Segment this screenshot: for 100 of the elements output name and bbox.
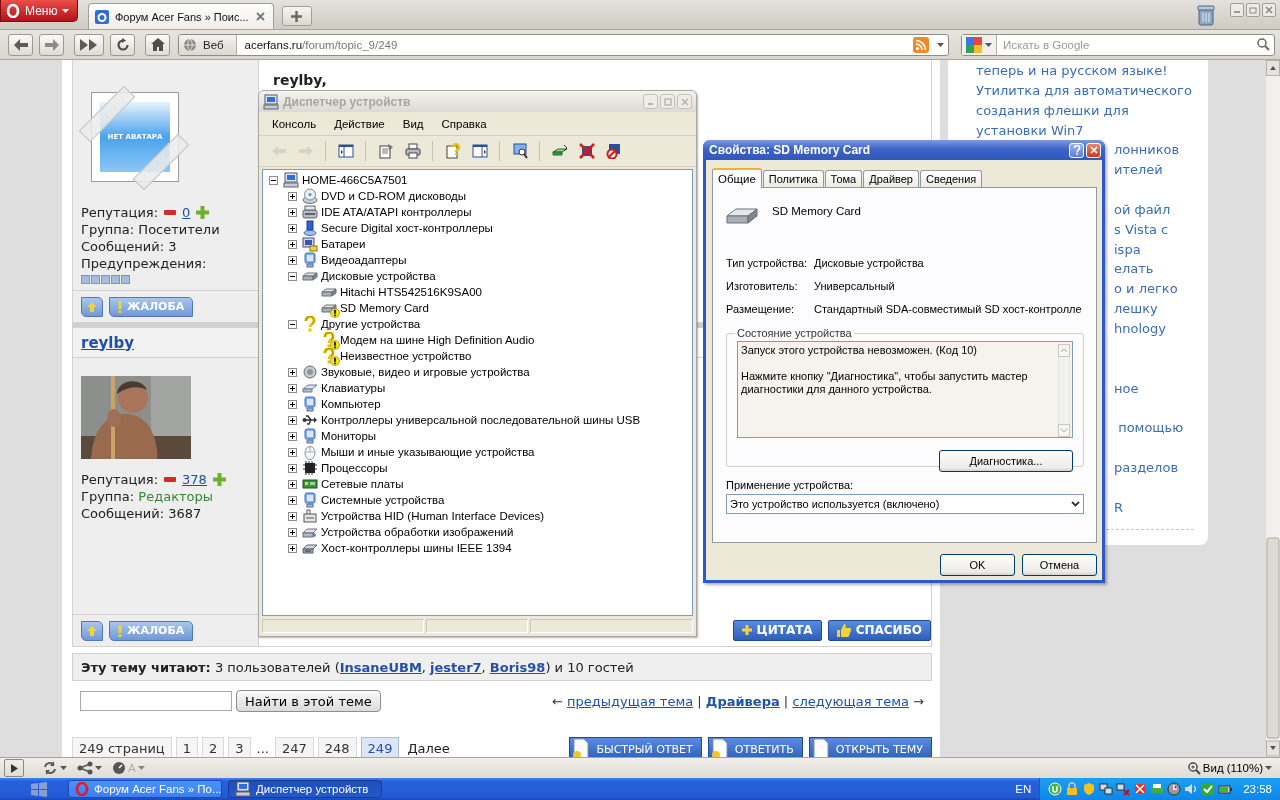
- up-button[interactable]: [81, 296, 103, 317]
- sidebar-link[interactable]: о и легко: [1114, 281, 1178, 302]
- page-link[interactable]: 247: [274, 737, 314, 757]
- sidebar-link[interactable]: помощью: [1114, 420, 1184, 441]
- sidebar-link[interactable]: ное: [1114, 380, 1139, 401]
- start-button[interactable]: [30, 780, 50, 798]
- tree-toggle[interactable]: [288, 223, 297, 233]
- web-badge[interactable]: Веб: [179, 34, 237, 55]
- reputation-link[interactable]: 378: [182, 471, 207, 488]
- tree-item[interactable]: Клавиатуры: [321, 382, 386, 394]
- browser-tab[interactable]: Форум Acer Fans » Поис...: [88, 3, 274, 29]
- flag-tray-button[interactable]: [1133, 782, 1148, 796]
- tree-toggle[interactable]: [288, 415, 297, 425]
- tree-item[interactable]: Мыши и иные указывающие устройства: [321, 446, 535, 458]
- topic-link[interactable]: следующая тема: [792, 693, 909, 709]
- tree-item[interactable]: Secure Digital хост-контроллеры: [321, 222, 493, 234]
- forward-button[interactable]: [39, 33, 64, 56]
- tree-item[interactable]: Батареи: [321, 238, 366, 250]
- tree-toggle[interactable]: [288, 543, 297, 553]
- sidebar-link[interactable]: лешку: [1114, 301, 1158, 321]
- user-link[interactable]: Boris98: [489, 659, 546, 675]
- sidebar-link[interactable]: разделов: [1114, 459, 1179, 480]
- reputation-link[interactable]: 0: [182, 204, 191, 221]
- usage-dropdown[interactable]: Это устройство используется (включено): [726, 494, 1084, 514]
- tree-item[interactable]: Hitachi HTS542516K9SA00: [340, 286, 482, 298]
- tree-item[interactable]: Контроллеры универсальной последовательной шины USB: [321, 414, 641, 426]
- search-topic-button[interactable]: Найти в этой теме: [236, 690, 381, 712]
- topic-search-field[interactable]: [80, 691, 232, 711]
- tree-item[interactable]: Видеоадаптеры: [321, 254, 407, 266]
- topic-link[interactable]: предыдущая тема: [566, 693, 694, 709]
- user-link[interactable]: jester7: [430, 659, 482, 675]
- author-link[interactable]: reylby: [81, 333, 134, 352]
- zoom-button[interactable]: Вид (110%): [1185, 759, 1274, 777]
- address-field[interactable]: Веб acerfans.ru/forum/topic_9/249: [178, 33, 949, 56]
- search-field[interactable]: Искать в Google: [961, 33, 1275, 56]
- tree-toggle[interactable]: [269, 175, 278, 185]
- tab[interactable]: Сведения: [920, 170, 983, 187]
- tab[interactable]: Драйвер: [863, 170, 919, 187]
- menu-item[interactable]: Справка: [432, 117, 496, 130]
- tree-toggle[interactable]: [288, 479, 297, 489]
- quick-reply-button[interactable]: БЫСТРЫЙ ОТВЕТ: [569, 737, 702, 757]
- tree-item[interactable]: IDE ATA/ATAPI контроллеры: [321, 206, 472, 218]
- new-tab-button[interactable]: [281, 6, 312, 26]
- menu-item[interactable]: Вид: [393, 117, 433, 130]
- tree-item[interactable]: Неизвестное устройство: [340, 350, 472, 362]
- tree-toggle[interactable]: [288, 447, 297, 457]
- tree-toggle[interactable]: [288, 367, 297, 377]
- sidebar-link[interactable]: s Vista с: [1114, 221, 1169, 242]
- tree-item[interactable]: Модем на шине High Definition Audio: [340, 334, 535, 346]
- fast-forward-button[interactable]: [74, 33, 104, 56]
- tree-toggle[interactable]: [288, 255, 297, 265]
- back-button[interactable]: [8, 33, 33, 56]
- tree-item[interactable]: Хост-контроллеры шины IEEE 1394: [321, 542, 512, 554]
- tree-item[interactable]: Системные устройства: [321, 494, 445, 506]
- new-topic-button[interactable]: ОТКРЫТЬ ТЕМУ: [808, 737, 932, 757]
- page-link[interactable]: 3: [228, 737, 251, 757]
- printer-tray-button[interactable]: [1150, 782, 1165, 796]
- clock-tray-button[interactable]: [1167, 782, 1182, 796]
- up-button[interactable]: [81, 620, 103, 641]
- tree-toggle[interactable]: [288, 207, 297, 217]
- tree-toggle[interactable]: [288, 191, 297, 201]
- battery-tray-button[interactable]: [1218, 782, 1233, 796]
- tree-item[interactable]: Устройства обработки изображений: [321, 526, 514, 538]
- reply-button[interactable]: ОТВЕТИТЬ: [707, 737, 803, 757]
- reload-button[interactable]: [110, 33, 135, 56]
- tab[interactable]: Политика: [762, 170, 824, 187]
- tree-toggle[interactable]: [288, 431, 297, 441]
- tab[interactable]: Тома: [824, 170, 863, 187]
- circle-tray-button[interactable]: [1048, 782, 1063, 796]
- page-link[interactable]: 1: [175, 737, 198, 757]
- user-link[interactable]: InsaneUBM: [339, 659, 422, 675]
- sidebar-link[interactable]: hnology: [1114, 320, 1166, 341]
- tree-item[interactable]: Устройства HID (Human Interface Devices): [321, 510, 545, 522]
- tree-toggle[interactable]: [288, 319, 297, 329]
- close-button[interactable]: [1262, 3, 1276, 17]
- tree-item[interactable]: SD Memory Card: [340, 302, 429, 314]
- page-link[interactable]: 2: [201, 737, 225, 757]
- tab[interactable]: Общие: [712, 168, 762, 188]
- tree-item[interactable]: Мониторы: [321, 430, 377, 442]
- sidebar-link[interactable]: ispa: [1114, 241, 1141, 262]
- tree-toggle[interactable]: [288, 239, 297, 249]
- menu-item[interactable]: Действие: [325, 117, 394, 130]
- sidebar-link[interactable]: ителей: [1114, 162, 1163, 183]
- language-indicator[interactable]: EN: [1015, 783, 1032, 795]
- trash-button[interactable]: [1196, 4, 1216, 26]
- unite-button[interactable]: [75, 759, 104, 777]
- thanks-button[interactable]: СПАСИБО: [827, 619, 931, 641]
- tree-item[interactable]: HOME-466C5A7501: [302, 174, 408, 186]
- ok-button[interactable]: OK: [940, 554, 1015, 576]
- sidebar-link[interactable]: теперь и на русском языке!: [976, 63, 1168, 83]
- forum-link[interactable]: Драйвера: [705, 693, 780, 709]
- sidebar-link[interactable]: создания флешки для: [976, 102, 1129, 123]
- tree-item[interactable]: Звуковые, видео и игровые устройства: [321, 366, 530, 378]
- sidebar-link[interactable]: елать: [1114, 261, 1154, 282]
- tree-item[interactable]: Дисковые устройства: [321, 270, 436, 282]
- tree-item[interactable]: DVD и CD-ROM дисководы: [321, 190, 467, 202]
- help-button[interactable]: [1069, 142, 1084, 158]
- next-link[interactable]: Далее: [407, 737, 450, 757]
- check-tray-button[interactable]: [1201, 782, 1216, 796]
- tree-toggle[interactable]: [288, 495, 297, 505]
